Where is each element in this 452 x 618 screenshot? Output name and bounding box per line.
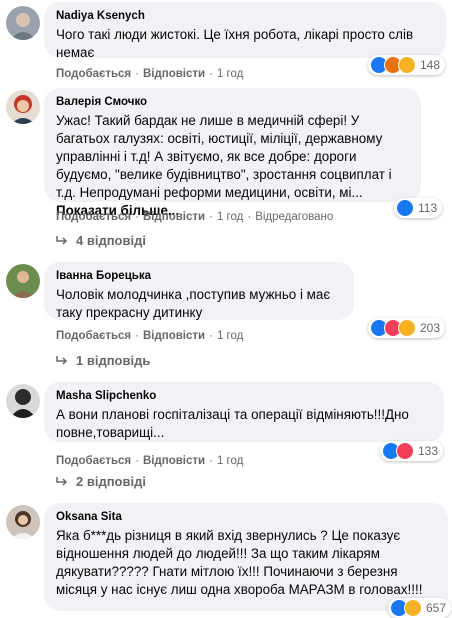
comment-author[interactable]: Валерія Смочко [56, 95, 409, 109]
reaction-summary[interactable]: 133 [380, 441, 444, 461]
reply-arrow-icon [56, 476, 68, 486]
avatar[interactable] [6, 264, 40, 298]
like-button[interactable]: Подобається [56, 68, 131, 80]
comment-text: Ужас! Такий бардак не лише в медичній сф… [56, 112, 409, 220]
reaction-summary[interactable]: 113 [394, 198, 443, 218]
like-button[interactable]: Подобається [56, 330, 131, 342]
comment-actions: Подобається · Відповісти · 1 год [56, 68, 244, 80]
comment-time[interactable]: 1 год [217, 455, 243, 467]
comment-actions: Подобається · Відповісти · 1 год · Відредагова… [56, 211, 334, 223]
sad-icon [398, 56, 416, 74]
comment-actions: Подобається · Відповісти · 1 год [56, 455, 244, 467]
reaction-summary[interactable]: 203 [368, 318, 446, 338]
comment-text-body: Ужас! Такий бардак не лише в медичній сф… [56, 113, 392, 200]
replies-count: 2 відповіді [76, 474, 146, 489]
reply-arrow-icon [56, 355, 68, 365]
comment-time[interactable]: 1 год [217, 68, 243, 80]
sad-icon [398, 319, 416, 337]
comment-bubble: Іванна Борецька Чоловік молодчинка ,пост… [44, 262, 354, 320]
comment-bubble: Masha Slipchenko А вони планові госпітал… [44, 382, 444, 442]
reaction-count: 203 [420, 321, 441, 335]
avatar[interactable] [6, 90, 40, 124]
reaction-count: 148 [420, 58, 441, 72]
comment-bubble: Валерія Смочко Ужас! Такий бардак не лиш… [44, 88, 421, 218]
like-button[interactable]: Подобається [56, 455, 131, 467]
comment-time[interactable]: 1 год [217, 211, 243, 223]
comment-text: Яка б***дь різниця в який вхід звернулис… [56, 528, 423, 597]
like-button[interactable]: Подобається [56, 211, 131, 223]
like-icon [396, 199, 414, 217]
view-replies-link[interactable]: 4 відповіді [56, 233, 146, 248]
edited-label[interactable]: Відредаговано [255, 211, 333, 223]
reply-arrow-icon [56, 235, 68, 245]
view-replies-link[interactable]: 2 відповіді [56, 474, 146, 489]
avatar[interactable] [6, 505, 40, 539]
comment-author[interactable]: Masha Slipchenko [56, 389, 432, 403]
reply-button[interactable]: Відповісти [143, 330, 205, 342]
reaction-summary[interactable]: 148 [368, 55, 446, 75]
reaction-count: 113 [418, 201, 438, 215]
reply-button[interactable]: Відповісти [143, 211, 205, 223]
comment-text: А вони планові госпіталізаці та операції… [56, 407, 409, 440]
avatar[interactable] [6, 6, 40, 40]
comment-time[interactable]: 1 год [217, 330, 243, 342]
reply-button[interactable]: Відповісти [143, 455, 205, 467]
comment-author[interactable]: Nadiya Ksenych [56, 9, 434, 23]
love-icon [396, 442, 414, 460]
comment-bubble: Oksana Sita Яка б***дь різниця в який вх… [44, 503, 448, 611]
comment-text: Чоловік молодчинка ,поступив мужньо і ма… [56, 287, 331, 320]
wow-icon [404, 599, 422, 617]
comment-bubble: Nadiya Ksenych Чого такі люди жистокі. Ц… [44, 2, 446, 60]
reply-button[interactable]: Відповісти [143, 68, 205, 80]
replies-count: 1 відповідь [76, 353, 151, 368]
view-replies-link[interactable]: 1 відповідь [56, 353, 150, 368]
comment-author[interactable]: Oksana Sita [56, 510, 436, 524]
reaction-count: 657 [426, 601, 447, 615]
reaction-count: 133 [418, 444, 439, 458]
avatar[interactable] [6, 384, 40, 418]
comment-author[interactable]: Іванна Борецька [56, 269, 342, 283]
replies-count: 4 відповіді [76, 233, 146, 248]
reaction-summary[interactable]: 657 [388, 598, 452, 618]
comment-actions: Подобається · Відповісти · 1 год [56, 330, 244, 342]
